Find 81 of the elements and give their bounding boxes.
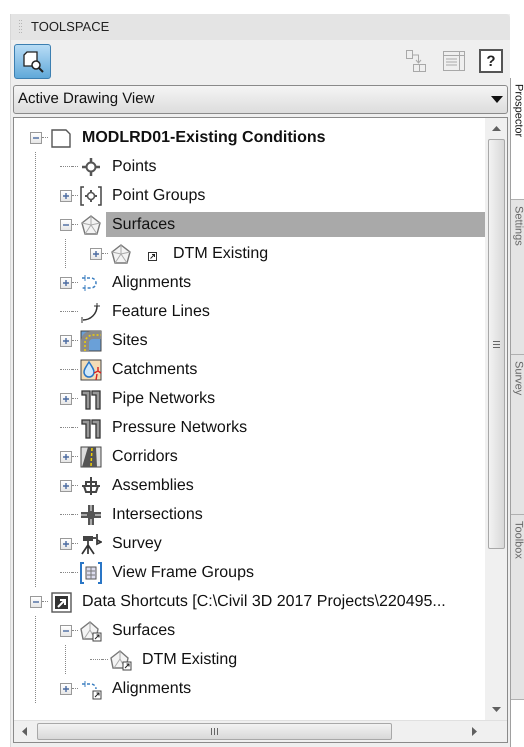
plus-icon	[63, 192, 69, 198]
grip-icon	[211, 728, 218, 735]
tree-item[interactable]: Pressure Networks	[106, 415, 248, 440]
search-icon	[20, 49, 44, 73]
pentagon-shortcut-icon	[80, 620, 102, 642]
horizontal-scrollbar[interactable]	[14, 720, 507, 742]
expand-toggle[interactable]	[60, 682, 72, 694]
expand-toggle[interactable]	[60, 276, 72, 288]
pentagon-shortcut-icon	[110, 648, 132, 670]
crosshair-icon	[80, 156, 102, 178]
grip-icon	[492, 340, 500, 348]
scroll-thumb[interactable]	[488, 139, 504, 549]
plus-icon	[63, 338, 69, 344]
pipe-icon	[80, 416, 102, 438]
tree-item[interactable]: Alignments	[106, 270, 192, 295]
collapse-toggle[interactable]	[30, 132, 42, 144]
tree-item[interactable]: Pipe Networks	[106, 386, 216, 411]
tree-item[interactable]: Feature Lines	[106, 299, 210, 324]
palette-title: TOOLSPACE	[31, 18, 110, 36]
scroll-right-arrow-icon[interactable]	[472, 727, 477, 736]
collapse-toggle[interactable]	[60, 624, 72, 636]
tree-item[interactable]: Sites	[106, 328, 148, 353]
water-drop-map-icon	[80, 358, 102, 380]
minus-icon	[33, 134, 39, 140]
bracketed-crosshair-icon	[80, 184, 102, 206]
expand-toggle[interactable]	[60, 480, 72, 492]
tree-item[interactable]: Point Groups	[106, 183, 206, 208]
view-dropdown[interactable]: Active Drawing View	[13, 85, 508, 114]
crossroads-icon	[80, 504, 102, 526]
minus-icon	[33, 598, 39, 604]
tree-item[interactable]: Points	[106, 154, 156, 179]
tree-item[interactable]: Alignments	[106, 676, 192, 701]
plus-icon	[63, 280, 69, 286]
tree-item[interactable]: Data Shortcuts [C:\Civil 3D 2017 Projects\220495...	[76, 589, 446, 614]
help-button[interactable]: ?	[479, 49, 503, 73]
road-bend-icon	[80, 330, 102, 352]
tree-item[interactable]: Intersections	[106, 502, 203, 527]
expand-toggle[interactable]	[60, 392, 72, 404]
expand-toggle[interactable]	[60, 334, 72, 346]
tree-item[interactable]: Surfaces	[106, 212, 485, 237]
expand-toggle[interactable]	[90, 248, 102, 260]
pentagon-icon	[110, 242, 132, 264]
collapse-toggle[interactable]	[60, 218, 72, 230]
scroll-left-arrow-icon[interactable]	[22, 727, 27, 736]
tree-item[interactable]: DTM Existing	[167, 241, 268, 266]
collapse-toggle[interactable]	[30, 596, 42, 608]
document-icon	[50, 126, 72, 148]
tripod-icon	[80, 532, 102, 554]
scroll-up-arrow-icon[interactable]	[492, 126, 500, 131]
tree-item[interactable]: Catchments	[106, 357, 198, 382]
plus-icon	[63, 686, 69, 692]
scroll-thumb[interactable]	[37, 723, 392, 740]
curve-icon	[80, 300, 102, 322]
scroll-down-arrow-icon[interactable]	[492, 707, 500, 712]
road-icon	[80, 446, 102, 468]
plus-icon	[63, 396, 69, 402]
tree-item[interactable]: MODLRD01-Existing Conditions	[76, 125, 326, 150]
pentagon-icon	[80, 214, 102, 236]
plus-icon	[63, 454, 69, 460]
vertical-scrollbar[interactable]	[485, 118, 507, 720]
tree-item[interactable]: Survey	[106, 531, 162, 556]
tree-item[interactable]: Surfaces	[106, 618, 176, 643]
plus-icon	[63, 482, 69, 488]
prospector-view-button[interactable]	[14, 44, 51, 78]
expand-toggle[interactable]	[60, 450, 72, 462]
table-icon	[442, 49, 466, 73]
cross-section-icon	[80, 474, 102, 496]
tree-item[interactable]: View Frame Groups	[106, 560, 254, 585]
minus-icon	[63, 222, 69, 228]
tree-item[interactable]: Assemblies	[106, 473, 194, 498]
plus-icon	[63, 540, 69, 546]
pipe-icon	[80, 388, 102, 410]
expand-toggle[interactable]	[60, 190, 72, 202]
plus-icon	[93, 250, 99, 256]
minus-icon	[63, 628, 69, 634]
tree-item[interactable]: Corridors	[106, 444, 178, 469]
hierarchy-icon	[404, 49, 428, 73]
tree-item[interactable]: DTM Existing	[136, 647, 238, 672]
dropdown-arrow-icon	[491, 96, 503, 103]
expand-toggle[interactable]	[60, 538, 72, 550]
framed-map-icon	[80, 562, 102, 584]
